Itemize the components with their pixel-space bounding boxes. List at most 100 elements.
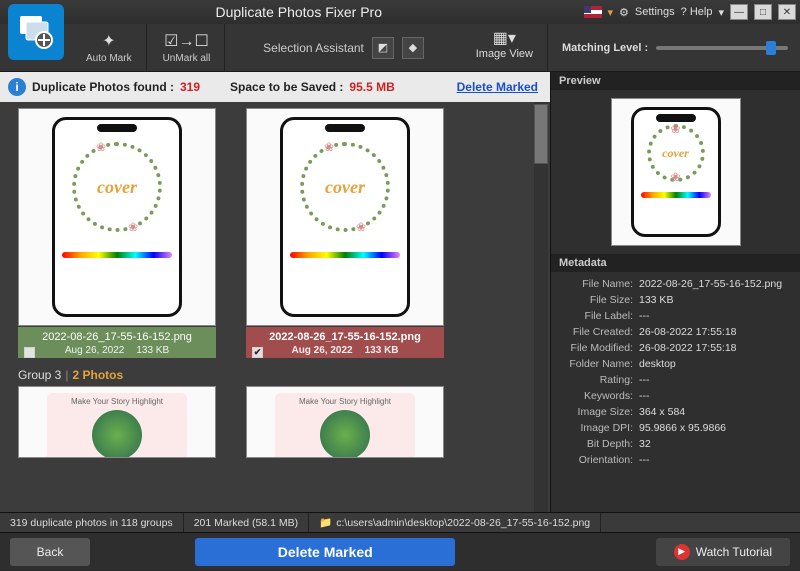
- photo-date: Aug 26, 2022: [291, 345, 352, 356]
- metadata-key: File Created:: [551, 326, 639, 338]
- photo-size: 133 KB: [365, 345, 399, 356]
- matching-level-slider[interactable]: [656, 46, 788, 50]
- metadata-row: File Name:2022-08-26_17-55-16-152.png: [551, 276, 794, 292]
- minimize-button[interactable]: —: [730, 4, 748, 20]
- photo-checkbox[interactable]: ✔: [252, 347, 263, 358]
- metadata-header: Metadata: [551, 254, 800, 272]
- metadata-key: Bit Depth:: [551, 438, 639, 450]
- help-dropdown-icon[interactable]: ▾: [718, 6, 724, 19]
- lang-dropdown-icon[interactable]: ▾: [608, 6, 614, 19]
- metadata-row: File Created:26-08-2022 17:55:18: [551, 324, 794, 340]
- metadata-value: 364 x 584: [639, 406, 685, 418]
- info-icon: i: [8, 78, 26, 96]
- slider-thumb[interactable]: [766, 41, 776, 55]
- metadata-key: Orientation:: [551, 454, 639, 466]
- close-button[interactable]: ✕: [778, 4, 796, 20]
- help-link[interactable]: ? Help: [681, 6, 713, 18]
- scrollbar-thumb[interactable]: [534, 104, 548, 164]
- metadata-key: Image DPI:: [551, 422, 639, 434]
- photo-caption: 2022-08-26_17-55-16-152.png ✔ Aug 26, 2022…: [246, 327, 444, 358]
- preview-header: Preview: [551, 72, 800, 90]
- found-label: Duplicate Photos found :: [32, 80, 174, 94]
- settings-icon[interactable]: ⚙: [619, 6, 629, 19]
- space-label: Space to be Saved :: [230, 80, 343, 94]
- metadata-row: Bit Depth:32: [551, 436, 794, 452]
- metadata-value: 26-08-2022 17:55:18: [639, 326, 737, 338]
- photo-thumbnail[interactable]: Make Your Story Highlight: [246, 386, 444, 458]
- metadata-table: File Name:2022-08-26_17-55-16-152.pngFil…: [551, 272, 800, 472]
- footer: Back Delete Marked ▶ Watch Tutorial: [0, 532, 800, 570]
- status-marked: 201 Marked (58.1 MB): [184, 513, 309, 532]
- metadata-key: Rating:: [551, 374, 639, 386]
- metadata-key: File Modified:: [551, 342, 639, 354]
- photo-filename: 2022-08-26_17-55-16-152.png: [20, 331, 214, 343]
- metadata-value: desktop: [639, 358, 676, 370]
- metadata-row: Folder Name:desktop: [551, 356, 794, 372]
- metadata-value: ---: [639, 390, 650, 402]
- metadata-value: ---: [639, 310, 650, 322]
- back-button[interactable]: Back: [10, 538, 90, 566]
- metadata-key: Keywords:: [551, 390, 639, 402]
- grid-icon: ▦▾: [493, 28, 516, 48]
- status-bar: 319 duplicate photos in 118 groups 201 M…: [0, 512, 800, 532]
- photo-thumbnail[interactable]: cover: [18, 108, 216, 326]
- play-icon: ▶: [674, 544, 690, 560]
- metadata-row: Orientation:---: [551, 452, 794, 468]
- delete-marked-link[interactable]: Delete Marked: [457, 80, 538, 94]
- photo-card[interactable]: cover 2022-08-26_17-55-16-152.png ✔ Aug 26,…: [246, 108, 444, 358]
- info-bar: i Duplicate Photos found : 319 Space to …: [0, 72, 550, 102]
- space-value: 95.5 MB: [349, 80, 394, 94]
- delete-marked-button[interactable]: Delete Marked: [195, 538, 455, 566]
- app-logo: [8, 4, 64, 60]
- metadata-key: Folder Name:: [551, 358, 639, 370]
- metadata-key: File Label:: [551, 310, 639, 322]
- matching-level-label: Matching Level :: [562, 42, 648, 54]
- selection-tool-1[interactable]: ◩: [372, 37, 394, 59]
- metadata-value: 133 KB: [639, 294, 673, 306]
- group-header: Group 3|2 Photos: [18, 368, 544, 382]
- photo-size: 133 KB: [136, 345, 169, 356]
- status-duplicates: 319 duplicate photos in 118 groups: [0, 513, 184, 532]
- metadata-value: 95.9866 x 95.9866: [639, 422, 726, 434]
- wand-icon: ✦: [102, 31, 115, 51]
- preview-pane: cover: [551, 90, 800, 254]
- metadata-row: Image Size:364 x 584: [551, 404, 794, 420]
- photo-caption: 2022-08-26_17-55-16-152.png Aug 26, 2022 1…: [18, 327, 216, 358]
- metadata-row: File Label:---: [551, 308, 794, 324]
- photo-date: Aug 26, 2022: [65, 345, 125, 356]
- title-bar: Duplicate Photos Fixer Pro ▾ ⚙ Settings …: [0, 0, 800, 24]
- photo-card[interactable]: cover 2022-08-26_17-55-16-152.png Aug 26, …: [18, 108, 216, 358]
- watch-tutorial-button[interactable]: ▶ Watch Tutorial: [656, 538, 790, 566]
- maximize-button[interactable]: □: [754, 4, 772, 20]
- found-count: 319: [180, 80, 200, 94]
- photo-thumbnail[interactable]: Make Your Story Highlight: [18, 386, 216, 458]
- unmark-icon: ☑→☐: [164, 31, 209, 51]
- metadata-value: 2022-08-26_17-55-16-152.png: [639, 278, 782, 290]
- selection-tool-2[interactable]: ◆: [402, 37, 424, 59]
- metadata-row: Image DPI:95.9866 x 95.9866: [551, 420, 794, 436]
- metadata-value: 26-08-2022 17:55:18: [639, 342, 737, 354]
- metadata-key: File Size:: [551, 294, 639, 306]
- metadata-row: Keywords:---: [551, 388, 794, 404]
- metadata-key: Image Size:: [551, 406, 639, 418]
- metadata-row: File Modified:26-08-2022 17:55:18: [551, 340, 794, 356]
- auto-mark-button[interactable]: ✦ Auto Mark: [72, 24, 147, 71]
- metadata-value: ---: [639, 374, 650, 386]
- flag-icon[interactable]: [584, 6, 602, 18]
- metadata-value: ---: [639, 454, 650, 466]
- image-view-button[interactable]: ▦▾ Image View: [462, 24, 548, 71]
- photo-checkbox[interactable]: [24, 347, 35, 358]
- unmark-all-button[interactable]: ☑→☐ UnMark all: [149, 24, 226, 71]
- metadata-value: 32: [639, 438, 651, 450]
- folder-icon: 📁: [319, 516, 332, 529]
- app-title: Duplicate Photos Fixer Pro: [14, 4, 584, 20]
- metadata-key: File Name:: [551, 278, 639, 290]
- toolbar: ✦ Auto Mark ☑→☐ UnMark all Selection Ass…: [0, 24, 800, 72]
- metadata-row: File Size:133 KB: [551, 292, 794, 308]
- selection-assistant-label: Selection Assistant: [263, 41, 364, 55]
- photo-thumbnail[interactable]: cover: [246, 108, 444, 326]
- settings-link[interactable]: Settings: [635, 6, 675, 18]
- photo-filename: 2022-08-26_17-55-16-152.png: [248, 331, 442, 343]
- status-path: 📁 c:\users\admin\desktop\2022-08-26_17-5…: [309, 513, 601, 532]
- metadata-row: Rating:---: [551, 372, 794, 388]
